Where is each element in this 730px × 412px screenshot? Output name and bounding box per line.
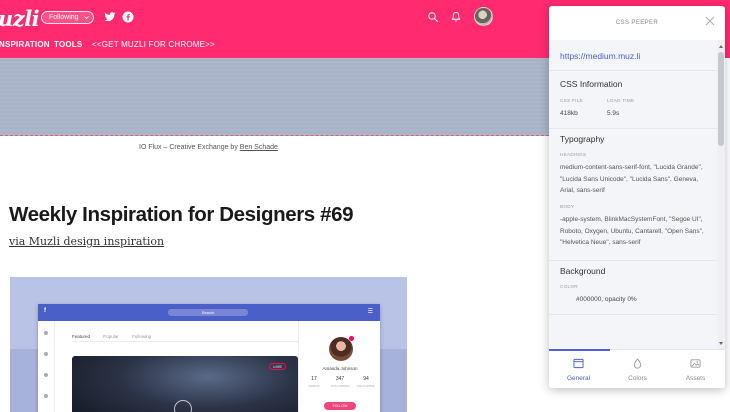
following-label: Following bbox=[49, 14, 79, 21]
following-button[interactable]: Following bbox=[41, 11, 94, 24]
panel-title: CSS PEEPER bbox=[615, 20, 659, 26]
mockup-nav-dot bbox=[44, 352, 48, 356]
play-icon bbox=[174, 400, 192, 412]
background-color-value[interactable]: #000000, opacity 0% bbox=[576, 296, 637, 303]
panel-tabs: General Colors Assets bbox=[549, 349, 725, 388]
image-caption: IO Flux – Creative Exchange by Ben Schad… bbox=[139, 144, 278, 151]
mockup-stat-value: 94 bbox=[363, 376, 369, 382]
mockup-live-badge: LIVE bbox=[269, 363, 286, 370]
mockup-stat-value: 17 bbox=[311, 376, 317, 382]
headings-font-value[interactable]: medium-content-sans-serif-font, "Lucida … bbox=[560, 162, 706, 197]
mockup-stat-label: FOLLOWERS bbox=[330, 384, 350, 388]
background-title: Background bbox=[560, 266, 606, 276]
nav-inspiration[interactable]: NSPIRATION bbox=[0, 40, 50, 49]
tab-general[interactable]: General bbox=[549, 350, 608, 388]
mockup-stat-label: FOLLOWING bbox=[356, 384, 375, 388]
mockup-tabs: Featured Popular Following bbox=[72, 334, 163, 339]
mockup-stat-label: VIDEOS bbox=[308, 384, 320, 388]
body-font-label: BODY bbox=[560, 204, 575, 209]
bell-icon[interactable] bbox=[450, 11, 462, 23]
image-icon bbox=[690, 359, 701, 368]
facebook-icon[interactable] bbox=[122, 11, 134, 23]
divider bbox=[549, 314, 717, 315]
divider bbox=[549, 260, 717, 261]
article-source-link[interactable]: via Muzli design inspiration bbox=[9, 235, 164, 248]
inspiration-image: f Search ☰ Featured Popular Following LI… bbox=[10, 277, 407, 412]
panel-content: https://medium.muz.li CSS Information CS… bbox=[549, 40, 725, 350]
mockup-tab-following: Following bbox=[132, 334, 152, 339]
scroll-down-icon[interactable] bbox=[719, 342, 723, 345]
caption-text: IO Flux – Creative Exchange by bbox=[139, 144, 240, 151]
article-title: Weekly Inspiration for Designers #69 bbox=[9, 203, 354, 226]
tab-colors[interactable]: Colors bbox=[608, 350, 667, 388]
mockup-nav-dot bbox=[44, 394, 48, 398]
background-color-label: COLOR bbox=[560, 284, 578, 289]
caption-author-link[interactable]: Ben Schade bbox=[240, 144, 278, 151]
css-file-value: 418kb bbox=[560, 110, 578, 117]
mockup-tab-popular: Popular bbox=[103, 334, 119, 339]
divider bbox=[549, 128, 717, 129]
nav-tools[interactable]: TOOLS bbox=[54, 40, 82, 49]
mockup-nav-dot bbox=[44, 331, 48, 335]
twitter-icon[interactable] bbox=[104, 11, 116, 23]
mockup-follow-button: FOLLOW bbox=[324, 402, 356, 410]
chevron-down-icon bbox=[83, 16, 89, 20]
mockup-stat: 17 VIDEOS bbox=[301, 376, 327, 388]
mockup-profile-card: Amanda Johnson 17 VIDEOS 347 FOLLOWERS 9… bbox=[298, 321, 380, 412]
mockup-stat-value: 347 bbox=[335, 376, 345, 382]
tab-assets-label: Assets bbox=[685, 375, 706, 382]
mockup-brand: f bbox=[44, 308, 46, 314]
body-font-value[interactable]: -apple-system, BlinkMacSystemFont, "Sego… bbox=[560, 214, 706, 249]
mockup-menu-icon: ☰ bbox=[367, 309, 373, 315]
tab-assets[interactable]: Assets bbox=[666, 350, 725, 388]
mockup-search: Search bbox=[168, 309, 248, 316]
mockup-topbar: f Search ☰ bbox=[38, 304, 380, 321]
mockup-divider bbox=[72, 341, 298, 342]
user-avatar[interactable] bbox=[474, 7, 493, 26]
css-peeper-panel: CSS PEEPER https://medium.muz.li CSS Inf… bbox=[549, 6, 725, 388]
mockup-window: f Search ☰ Featured Popular Following LI… bbox=[38, 304, 380, 412]
load-time-label: LOAD TIME bbox=[607, 98, 635, 103]
load-time-value: 5.9s bbox=[607, 110, 620, 117]
mockup-profile-photo bbox=[329, 336, 354, 361]
typography-title: Typography bbox=[560, 134, 605, 144]
search-icon[interactable] bbox=[427, 11, 439, 23]
scroll-up-icon[interactable] bbox=[719, 45, 723, 48]
close-icon[interactable] bbox=[705, 16, 715, 26]
site-logo[interactable]: uzli bbox=[0, 6, 40, 31]
site-url-link[interactable]: https://medium.muz.li bbox=[560, 51, 640, 61]
scroll-thumb[interactable] bbox=[718, 52, 724, 146]
divider bbox=[549, 70, 717, 71]
panel-scrollbar[interactable] bbox=[717, 40, 725, 350]
mockup-sidebar bbox=[38, 321, 55, 412]
headings-label: HEADINGS bbox=[560, 152, 587, 157]
mockup-video: LIVE bbox=[72, 356, 298, 412]
mockup-tab-featured: Featured bbox=[72, 334, 91, 339]
mockup-stat: 94 FOLLOWING bbox=[353, 376, 379, 388]
tab-general-label: General bbox=[566, 375, 591, 382]
drop-icon bbox=[633, 358, 642, 369]
css-file-label: CSS FILE bbox=[560, 98, 583, 103]
hero-image bbox=[0, 58, 549, 136]
window-icon bbox=[573, 358, 584, 369]
mockup-stat: 347 FOLLOWERS bbox=[327, 376, 353, 388]
mockup-profile-name: Amanda Johnson bbox=[322, 366, 358, 371]
tab-colors-label: Colors bbox=[628, 375, 647, 382]
nav-get-muzli[interactable]: <<GET MUZLI FOR CHROME>> bbox=[92, 40, 215, 49]
css-information-title: CSS Information bbox=[560, 79, 623, 89]
mockup-nav-dot bbox=[44, 373, 48, 377]
